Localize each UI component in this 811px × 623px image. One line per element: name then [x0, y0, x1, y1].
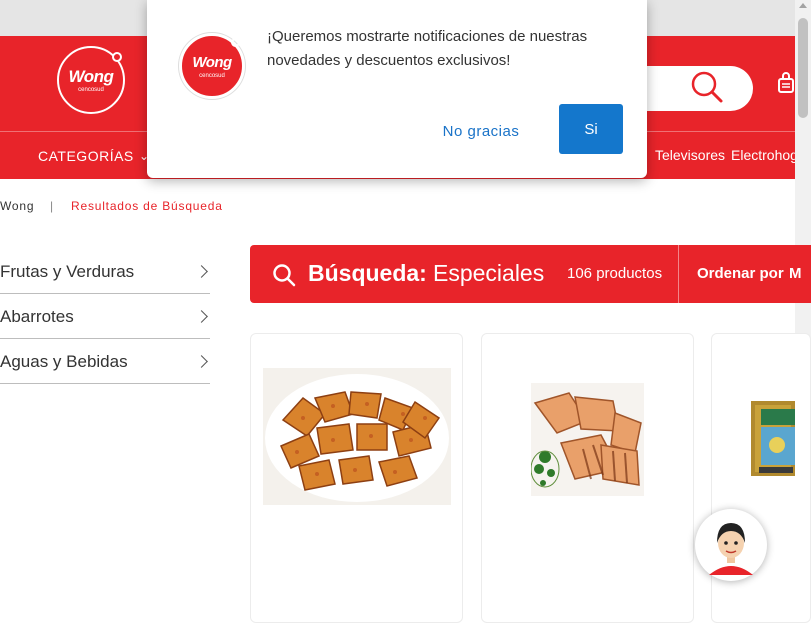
popup-logo-subtext: cencosud [199, 72, 225, 79]
sidebar-item-frutas-y-verduras[interactable]: Frutas y Verduras [0, 250, 210, 294]
search-results-banner: Búsqueda: Especiales 106 productos Orden… [250, 245, 811, 303]
sidebar-item-abarrotes[interactable]: Abarrotes [0, 295, 210, 339]
chat-assistant-button[interactable] [695, 509, 767, 581]
notification-permission-dialog: Wong cencosud ¡Queremos mostrarte notifi… [147, 0, 647, 178]
sort-dropdown[interactable]: Ordenar por [697, 265, 784, 282]
search-label: Búsqueda: [308, 260, 427, 286]
popup-message: ¡Queremos mostrarte notificaciones de nu… [267, 28, 588, 69]
wong-logo[interactable]: Wong cencosud [57, 46, 125, 114]
sidebar-item-aguas-y-bebidas[interactable]: Aguas y Bebidas [0, 340, 210, 384]
logo-text: Wong [68, 66, 114, 86]
decline-button[interactable]: No gracias [425, 118, 537, 144]
accept-button[interactable]: Si [559, 104, 623, 154]
search-term: Especiales [433, 260, 545, 286]
sort-value[interactable]: M [789, 265, 802, 282]
breadcrumb-separator: | [50, 199, 54, 213]
breadcrumb-current: Resultados de Búsqueda [71, 199, 223, 213]
nav-link-televisores[interactable]: Televisores [655, 147, 725, 163]
result-count: 106 productos [567, 265, 663, 282]
popup-wong-logo: Wong cencosud [179, 33, 245, 99]
breadcrumb-home[interactable]: Wong [0, 199, 34, 213]
chevron-right-icon [195, 355, 208, 368]
banner-divider [678, 245, 679, 303]
sidebar-item-label: Abarrotes [0, 307, 74, 326]
logo-subtext: cencosud [78, 86, 104, 93]
cart-icon[interactable] [777, 72, 797, 96]
chat-assistant-avatar [700, 514, 762, 576]
scroll-up-icon[interactable] [799, 3, 807, 8]
popup-logo-text: Wong [192, 53, 232, 71]
product-card[interactable] [481, 333, 694, 623]
product-image-grilled-chicken[interactable] [531, 383, 644, 496]
nav-link-electrohogar[interactable]: Electrohog [731, 147, 798, 163]
logo-dot [112, 52, 122, 62]
product-image-potato-wedges[interactable] [263, 368, 451, 505]
product-card[interactable] [250, 333, 463, 623]
magnifier-icon [273, 264, 296, 287]
categories-menu[interactable]: CATEGORÍAS [38, 148, 134, 164]
sidebar-item-label: Frutas y Verduras [0, 262, 135, 281]
scroll-thumb[interactable] [798, 18, 808, 118]
product-image-packaged-product[interactable] [751, 401, 795, 476]
sidebar-item-label: Aguas y Bebidas [0, 352, 128, 371]
chevron-right-icon [195, 265, 208, 278]
chevron-right-icon [195, 310, 208, 323]
search-icon[interactable] [690, 70, 724, 104]
logo-dot [231, 38, 240, 47]
